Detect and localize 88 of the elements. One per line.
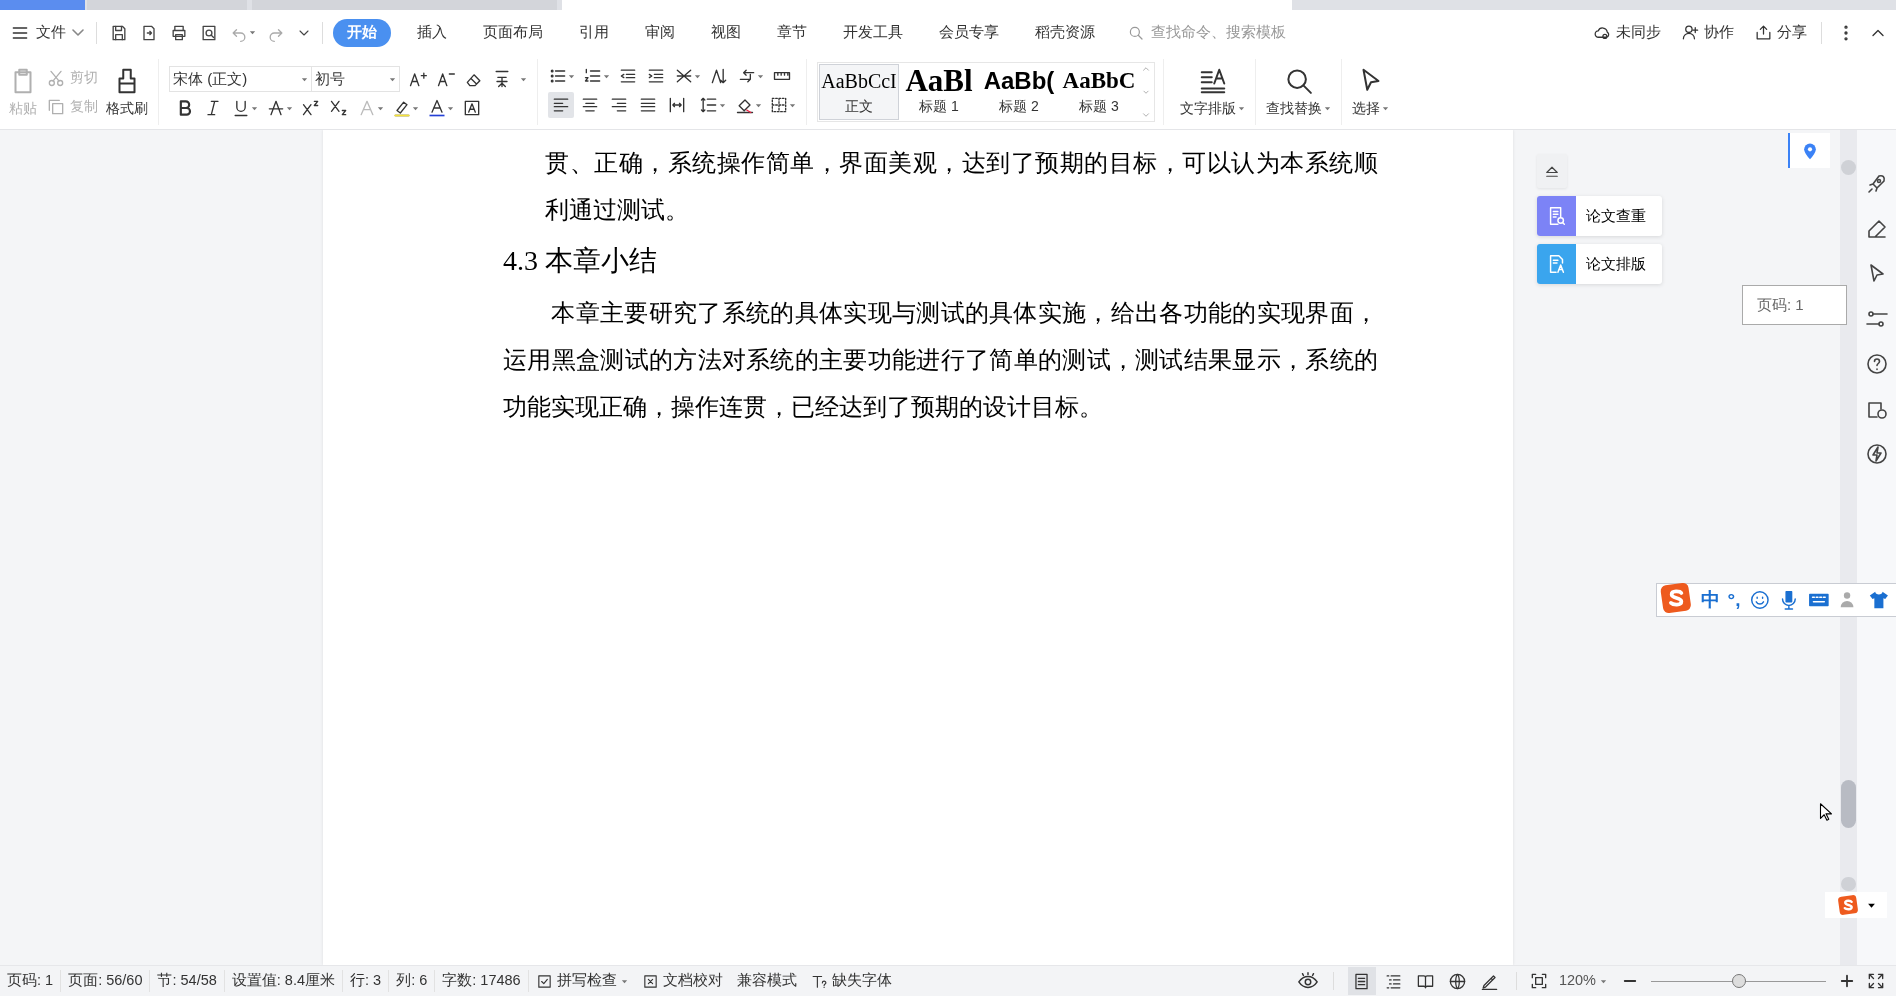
body-paragraph: 贯、正确，系统操作简单，界面美观，达到了预期的目标，可以认为本系统顺利通过测试。: [544, 148, 1378, 225]
checkbox-icon: [535, 972, 553, 990]
location-tab[interactable]: [1788, 133, 1830, 168]
ribbon-tab[interactable]: 开发工具: [833, 18, 913, 47]
ribbon-tab[interactable]: 视图: [701, 18, 751, 47]
fullscreen-icon[interactable]: [1866, 971, 1886, 991]
ribbon-tab[interactable]: 插入: [407, 18, 457, 47]
style-label: 标题 1: [919, 97, 959, 115]
proof-status-button[interactable]: 文档校对: [634, 970, 730, 992]
superscript-icon[interactable]: [301, 98, 321, 118]
section-heading: 4.3 本章小结: [503, 244, 658, 278]
collapse-panel-button[interactable]: [1537, 154, 1567, 188]
style-preview: AaBb(: [983, 66, 1055, 96]
user-add-icon: [1681, 23, 1700, 42]
status-item[interactable]: 页码: 1: [0, 970, 62, 992]
help-icon[interactable]: [1864, 352, 1889, 376]
line-spacing-icon[interactable]: [699, 95, 719, 115]
body-paragraph: 本章主要研究了系统的具体实现与测试的具体实施，给出各功能的实现界面，运用黑盒测试的方法对系统的主要功能进行了简单的测试，测试结果显示，系统的功能实现正确，操作连贯，已经达到了预期的设计目标。: [503, 298, 1378, 422]
sync-button[interactable]: 未同步: [1593, 21, 1661, 44]
zoom-dropdown[interactable]: 120%: [1558, 970, 1607, 992]
select-button[interactable]: 选择: [1344, 65, 1397, 119]
emoji-icon[interactable]: [1748, 589, 1771, 611]
ribbon-tab[interactable]: 页面布局: [473, 18, 553, 47]
style-label: 标题 3: [1079, 97, 1119, 115]
painter-button[interactable]: 格式刷: [106, 65, 148, 119]
strikethrough-icon[interactable]: [266, 98, 286, 118]
spell-status-button[interactable]: 拼写检查: [528, 970, 635, 992]
status-item[interactable]: 页面: 56/60: [61, 970, 151, 992]
ribbon-tab[interactable]: 审阅: [635, 18, 685, 47]
ribbon-tab[interactable]: 引用: [569, 18, 619, 47]
proofread-icon: [641, 972, 659, 990]
style-tile[interactable]: AaBbCcI 正文: [819, 64, 899, 120]
border-icon[interactable]: [769, 95, 789, 115]
file-menu-label: 文件: [36, 22, 66, 43]
highlighter-icon[interactable]: [392, 98, 412, 118]
status-item[interactable]: 列: 6: [389, 970, 436, 992]
shirt-icon[interactable]: [1867, 589, 1890, 611]
status-item[interactable]: 节: 54/58: [150, 970, 225, 992]
status-item[interactable]: 字数: 17486: [435, 970, 529, 992]
style-preview: AaBbCcI: [821, 69, 897, 94]
globe-icon: [1448, 971, 1468, 991]
font-size-dropdown[interactable]: 初号: [312, 67, 399, 91]
style-label: 标题 2: [999, 97, 1039, 115]
collab-button[interactable]: 协作: [1681, 21, 1734, 44]
ime-punctuation[interactable]: °,: [1727, 585, 1741, 615]
ribbon-tab[interactable]: 会员专享: [929, 18, 1009, 47]
status-item[interactable]: 行: 3: [343, 970, 390, 992]
share-icon: [1754, 23, 1773, 42]
status-item[interactable]: 设置值: 8.4厘米: [224, 970, 344, 992]
zoom-in-icon[interactable]: [1838, 972, 1856, 990]
sogou-logo-icon[interactable]: [1836, 894, 1859, 916]
share-button[interactable]: 分享: [1754, 21, 1807, 44]
style-tile[interactable]: AaBl 标题 1: [899, 64, 979, 120]
search-field[interactable]: 查找命令、搜索模板: [1127, 18, 1327, 47]
page-indicator: 页码: 1: [1742, 285, 1847, 325]
font-name-dropdown[interactable]: 宋体 (正文): [170, 67, 312, 91]
file-menu-button[interactable]: 文件: [10, 21, 84, 44]
ribbon-tab[interactable]: 稻壳资源: [1025, 18, 1105, 47]
action-label: 未同步: [1616, 22, 1661, 43]
style-tile[interactable]: AaBbC 标题 3: [1059, 64, 1139, 120]
align-distribute-icon: [667, 95, 687, 115]
chevron-icon: [72, 29, 84, 36]
page-view-button[interactable]: [1347, 967, 1376, 995]
ime-mode[interactable]: 中: [1700, 585, 1720, 615]
layout-button[interactable]: 文字排版: [1172, 65, 1253, 119]
font-color-icon[interactable]: [427, 98, 447, 118]
subscript-icon[interactable]: [329, 98, 349, 118]
action-label: 协作: [1704, 22, 1734, 43]
zoom-slider[interactable]: [1651, 973, 1826, 989]
action-label: 分享: [1777, 22, 1807, 43]
ribbon-tab[interactable]: 章节: [767, 18, 817, 47]
lightning-icon[interactable]: [1864, 442, 1889, 466]
zoom-slider-thumb[interactable]: [1731, 974, 1746, 988]
align-left-button[interactable]: [548, 92, 574, 118]
style-preview: AaBl: [905, 65, 973, 97]
thesis-format-button[interactable]: 论文排版: [1537, 244, 1662, 284]
scroll-thumb[interactable]: [1841, 780, 1856, 828]
style-label: 正文: [845, 97, 873, 115]
sogou-logo-icon[interactable]: [1659, 581, 1693, 615]
plain-status-button[interactable]: 兼容模式: [729, 970, 804, 992]
find-button[interactable]: 查找替换: [1258, 65, 1339, 119]
character-border-icon[interactable]: [462, 98, 482, 118]
plagiarism-check-button[interactable]: 论文查重: [1537, 196, 1662, 236]
scrollbar[interactable]: [1840, 130, 1857, 965]
style-preview: AaBbC: [1062, 67, 1136, 95]
style-tile[interactable]: AaBb( 标题 2: [979, 64, 1059, 120]
sort-icon[interactable]: [709, 66, 729, 86]
font-status-button[interactable]: 缺失字体: [803, 970, 899, 992]
